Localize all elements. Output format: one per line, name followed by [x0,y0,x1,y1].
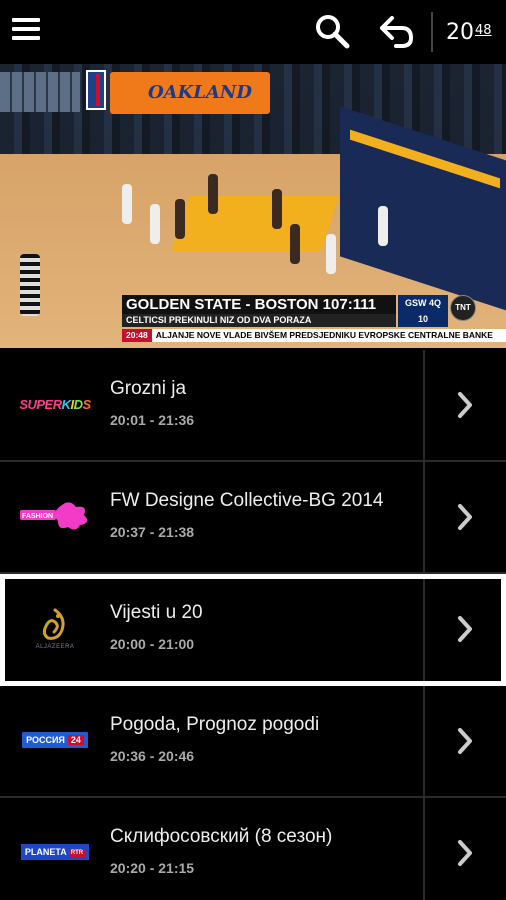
planeta-logo: PLANETA RTR [20,844,90,860]
game-clock: GSW 4Q 10 [398,295,448,327]
clock-minutes: 48 [475,23,492,38]
chevron-right-icon[interactable] [448,836,482,870]
player [122,184,132,224]
aljazeera-logo: ALJAZEERA [36,608,75,650]
search-icon[interactable] [312,12,352,52]
back-arrow-icon[interactable] [376,12,416,52]
menu-icon[interactable] [12,18,42,46]
program-time: 20:00 - 21:00 [110,636,195,652]
program-title: Grozni ja [110,378,187,399]
channel-list: SUPERKIDS Grozni ja 20:01 - 21:36 FASHIO… [0,350,506,900]
player [378,206,388,246]
program-title: Склифосовский (8 сезон) [110,826,333,847]
score-subline: CELTICSI PREKINULI NIZ OD DVA PORAZA [122,314,396,327]
referee [20,254,40,316]
program-time: 20:36 - 20:46 [110,748,195,764]
player [326,234,336,274]
channel-row[interactable]: РОССИЯ 24 Pogoda, Prognoz pogodi 20:36 - … [0,686,506,798]
channel-logo-aljazeera: ALJAZEERA [18,603,92,655]
program-time: 20:37 - 21:38 [110,524,195,540]
planeta-logo-text: PLANETA [24,847,67,857]
channel-logo-fashion: FASHION [18,496,92,536]
clock: 2048 [446,20,492,46]
fashion-logo-icon: FASHION [20,502,88,530]
row-divider [423,350,425,462]
channel-row-selected[interactable]: ALJAZEERA Vijesti u 20 20:00 - 21:00 [0,574,506,686]
row-divider [423,462,425,574]
superkids-logo-text: SUPERKIDS [19,396,91,412]
video-player[interactable]: OAKLAND GOLDEN STATE - BOSTON 107:111 CE… [0,64,506,348]
score-headline: GOLDEN STATE - BOSTON 107:111 [122,295,396,314]
program-title: FW Designe Collective-BG 2014 [110,490,384,511]
rossiya-logo-number: 24 [67,735,84,745]
program-title: Pogoda, Prognoz pogodi [110,714,320,735]
tnt-logo: TNT [450,295,476,321]
arena-screens [0,72,80,112]
rossiya24-logo: РОССИЯ 24 [22,732,88,748]
program-time: 20:20 - 21:15 [110,860,195,876]
channel-row[interactable]: FASHION FW Designe Collective-BG 2014 20… [0,462,506,574]
program-time: 20:01 - 21:36 [110,412,195,428]
channel-logo-rossiya24: РОССИЯ 24 [18,720,92,760]
program-title: Vijesti u 20 [110,602,203,623]
player [150,204,160,244]
aljazeera-emblem-icon [42,608,65,640]
channel-logo-planeta: PLANETA RTR [18,832,92,872]
chevron-right-icon[interactable] [448,612,482,646]
player [272,189,282,229]
quarter-label: GSW [404,298,427,308]
nba-logo [86,70,106,110]
player [208,174,218,214]
clock-value: 10 [417,314,428,324]
oakland-banner-text: OAKLAND [148,82,252,103]
channel-row[interactable]: SUPERKIDS Grozni ja 20:01 - 21:36 [0,350,506,462]
top-bar: 2048 [0,0,506,64]
channel-row[interactable]: PLANETA RTR Склифосовский (8 сезон) 20:20… [0,798,506,900]
oakland-banner: OAKLAND [110,72,270,114]
planeta-logo-sub: RTR [68,848,86,857]
player [290,224,300,264]
topbar-divider [431,12,433,52]
court-paint [170,196,340,252]
scoreboard-overlay: GOLDEN STATE - BOSTON 107:111 CELTICSI P… [122,295,506,348]
aljazeera-logo-text: ALJAZEERA [35,644,75,650]
ticker-time: 20:48 [122,329,152,342]
row-divider [423,798,425,900]
player [175,199,185,239]
chevron-right-icon[interactable] [448,500,482,534]
chevron-right-icon[interactable] [448,388,482,422]
chevron-right-icon[interactable] [448,724,482,758]
row-divider [423,579,425,681]
ticker-text: ALJANJE NOVE VLADE BIVŠEM PREDSJEDNIKU E… [155,330,493,340]
channel-logo-superkids: SUPERKIDS [18,384,92,424]
rossiya-logo-text: РОССИЯ [26,735,65,745]
clock-hours: 20 [446,20,474,45]
news-ticker: 20:48 ALJANJE NOVE VLADE BIVŠEM PREDSJEDN… [122,329,506,342]
svg-text:FASHION: FASHION [22,513,53,520]
row-divider [423,686,425,798]
quarter-value: 4Q [429,298,442,308]
